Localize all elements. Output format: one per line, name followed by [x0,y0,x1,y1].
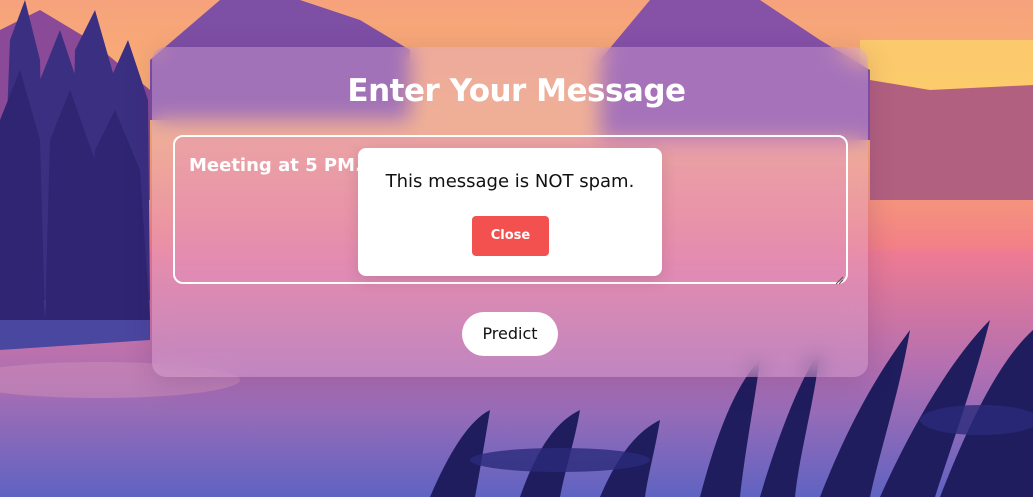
resize-handle-icon[interactable] [834,270,844,285]
card-title: Enter Your Message [347,73,686,109]
close-button[interactable]: Close [472,216,549,256]
result-modal: This message is NOT spam. Close [358,148,662,276]
result-message: This message is NOT spam. [385,171,635,192]
message-text: Meeting at 5 PM. D [189,155,361,176]
predict-button[interactable]: Predict [462,312,558,356]
